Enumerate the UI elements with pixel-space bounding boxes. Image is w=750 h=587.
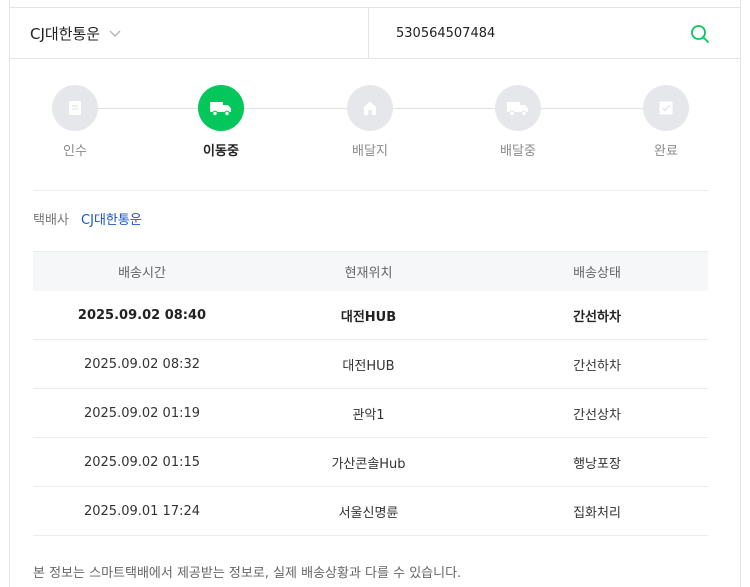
table-row: 2025.09.02 01:15 가산콘솔Hub 행낭포장: [33, 438, 708, 487]
cell-location: 관악1: [352, 407, 385, 423]
cell-time: 2025.09.02 01:19: [83, 405, 201, 421]
courier-label: 택배사: [33, 213, 69, 228]
cell-location: 서울신명륜: [338, 505, 399, 521]
header-status: 배송상태: [573, 266, 621, 281]
courier-info: 택배사 CJ대한통운: [33, 211, 142, 231]
header-location: 현재위치: [344, 266, 393, 281]
tracking-number-input[interactable]: [396, 8, 676, 58]
cell-time: 2025.09.02 01:15: [83, 454, 201, 470]
table-row: 2025.09.02 08:32 대전HUB 간선하차: [33, 340, 708, 389]
carrier-select[interactable]: CJ대한통운: [9, 8, 369, 58]
table-row: 2025.09.02 08:40 대전HUB 간선하차: [33, 291, 708, 340]
header-time: 배송시간: [118, 266, 166, 281]
cell-time: 2025.09.02 08:40: [77, 307, 207, 323]
search-bar: CJ대한통운: [9, 7, 741, 59]
document-icon: [52, 85, 98, 131]
truck-icon: [198, 85, 244, 131]
section-divider: [33, 190, 708, 191]
step-label: 이동중: [203, 144, 239, 159]
cell-status: 집화처리: [573, 505, 621, 521]
chevron-down-icon: [108, 26, 122, 40]
step-out-for-delivery: 배달중: [476, 85, 560, 160]
step-label: 배달지: [352, 144, 388, 159]
step-destination: 배달지: [328, 85, 412, 160]
check-box-icon: [643, 85, 689, 131]
cell-status: 행낭포장: [573, 456, 621, 472]
delivery-truck-icon: [495, 85, 541, 131]
house-icon: [347, 85, 393, 131]
cell-time: 2025.09.01 17:24: [83, 503, 201, 519]
disclaimer-text: 본 정보는 스마트택배에서 제공받는 정보로, 실제 배송상황과 다를 수 있습…: [33, 566, 462, 581]
table-row: 2025.09.01 17:24 서울신명륜 집화처리: [33, 487, 708, 536]
step-in-transit: 이동중: [179, 85, 263, 160]
cell-location: 가산콘솔Hub: [331, 456, 406, 472]
cell-status: 간선상차: [573, 407, 621, 423]
tracking-history-table: 배송시간 현재위치 배송상태 2025.09.02 08:40 대전HUB 간선…: [33, 251, 708, 536]
cell-time: 2025.09.02 08:32: [83, 356, 201, 372]
delivery-progress: 인수 이동중 배달지 배달중 완료: [33, 85, 708, 175]
step-received: 인수: [33, 85, 117, 160]
step-label: 배달중: [500, 144, 536, 159]
step-completed: 완료: [624, 85, 708, 160]
step-label: 인수: [63, 144, 87, 159]
cell-status: 간선하차: [573, 358, 621, 374]
table-header: 배송시간 현재위치 배송상태: [33, 251, 708, 291]
table-row: 2025.09.02 01:19 관악1 간선상차: [33, 389, 708, 438]
tracking-field: [369, 8, 741, 58]
step-label: 완료: [654, 144, 678, 159]
cell-status: 간선하차: [573, 309, 621, 325]
cell-location: 대전HUB: [340, 309, 397, 325]
carrier-select-value: CJ대한통운: [30, 24, 101, 43]
search-icon[interactable]: [689, 23, 711, 45]
cell-location: 대전HUB: [342, 358, 395, 374]
courier-name-link[interactable]: CJ대한통운: [81, 213, 142, 228]
